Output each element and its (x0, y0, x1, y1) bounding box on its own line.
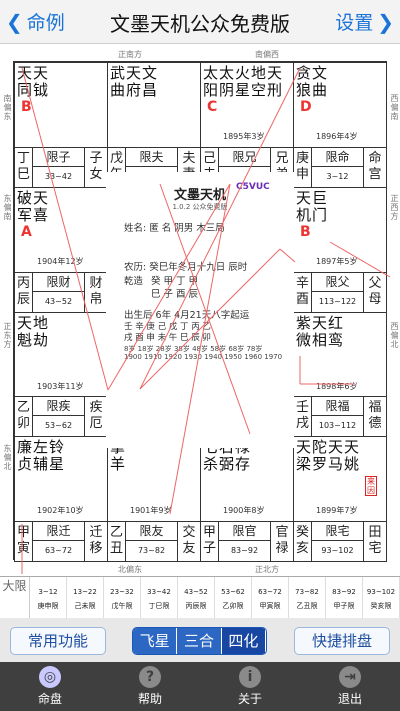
big-limit-name: 庚申限 (37, 602, 59, 610)
segment-four-transform[interactable]: 四化 (221, 628, 266, 654)
tab-chart[interactable]: ◎ 命盘 (0, 662, 100, 711)
big-limit-name: 丁巳限 (148, 602, 170, 610)
bottom-tab-bar: ◎ 命盘 ? 帮助 i 关于 ⇥ 退出 (0, 662, 400, 711)
big-limit-item[interactable]: 33~42 丁巳限 (141, 577, 178, 618)
big-limit-range: 43~52 (184, 588, 208, 596)
big-limit-item[interactable]: 3~12 庚申限 (30, 577, 67, 618)
big-limit-name: 丙辰限 (185, 602, 207, 610)
big-limit-item[interactable]: 13~22 己未限 (67, 577, 104, 618)
big-limit-name: 甲寅限 (259, 602, 281, 610)
big-limit-name: 己未限 (74, 602, 96, 610)
top-navigation-bar: ❮ 命例 文墨天机公众免费版 设置 ❯ (0, 0, 400, 44)
big-limit-item[interactable]: 93~102 癸亥限 (363, 577, 400, 618)
big-limit-range: 33~42 (147, 588, 171, 596)
settings-label: 设置 (335, 12, 374, 34)
chevron-right-icon: ❯ (377, 9, 394, 34)
astrology-chart: 正南方 南偏西 南偏东 东偏南 正东方 东偏北 西偏南 正西方 西偏北 北偏东 … (0, 44, 400, 576)
question-icon: ? (139, 666, 161, 688)
big-limit-range: 23~32 (110, 588, 134, 596)
big-limit-name: 甲子限 (333, 602, 355, 610)
exit-icon: ⇥ (339, 666, 361, 688)
big-limit-item[interactable]: 83~92 甲子限 (326, 577, 363, 618)
big-limit-range: 13~22 (73, 588, 97, 596)
tab-label: 退出 (337, 692, 362, 706)
big-limit-range: 63~72 (258, 588, 282, 596)
target-icon: ◎ (39, 666, 61, 688)
big-limit-range: 73~82 (295, 588, 319, 596)
big-limit-label: 大限 (0, 577, 30, 618)
tab-exit[interactable]: ⇥ 退出 (300, 662, 400, 711)
action-bar: 常用功能 飞星 三合 四化 快捷排盘 (0, 618, 400, 662)
big-limit-item[interactable]: 63~72 甲寅限 (252, 577, 289, 618)
big-limit-name: 乙卯限 (222, 602, 244, 610)
big-limit-item[interactable]: 43~52 丙辰限 (178, 577, 215, 618)
big-limit-bar: 大限 3~12 庚申限 13~22 己未限 23~32 戊午限 33~42 丁巳限 43~52 丙… (0, 576, 400, 618)
big-limit-name: 戊午限 (111, 602, 133, 610)
info-icon: i (239, 666, 261, 688)
segment-three-harmony[interactable]: 三合 (177, 628, 222, 654)
tab-label: 关于 (237, 692, 262, 706)
tab-help[interactable]: ? 帮助 (100, 662, 200, 711)
big-limit-item[interactable]: 53~62 乙卯限 (215, 577, 252, 618)
tab-label: 帮助 (137, 692, 162, 706)
tab-about[interactable]: i 关于 (200, 662, 300, 711)
flight-lines (21, 67, 391, 574)
big-limit-item[interactable]: 23~32 戊午限 (104, 577, 141, 618)
common-functions-button[interactable]: 常用功能 (10, 627, 106, 655)
mode-segmented-control: 飞星 三合 四化 (132, 627, 267, 655)
quick-chart-button[interactable]: 快捷排盘 (294, 627, 390, 655)
big-limit-range: 53~62 (221, 588, 245, 596)
big-limit-range: 93~102 (366, 588, 396, 596)
big-limit-name: 乙丑限 (296, 602, 318, 610)
big-limit-range: 3~12 (38, 588, 58, 596)
big-limit-range: 83~92 (332, 588, 356, 596)
big-limit-name: 癸亥限 (370, 602, 392, 610)
tab-label: 命盘 (37, 692, 62, 706)
settings-button[interactable]: 设置 ❯ (335, 8, 394, 35)
segment-fly-star[interactable]: 飞星 (133, 628, 178, 654)
big-limit-item[interactable]: 73~82 乙丑限 (289, 577, 326, 618)
